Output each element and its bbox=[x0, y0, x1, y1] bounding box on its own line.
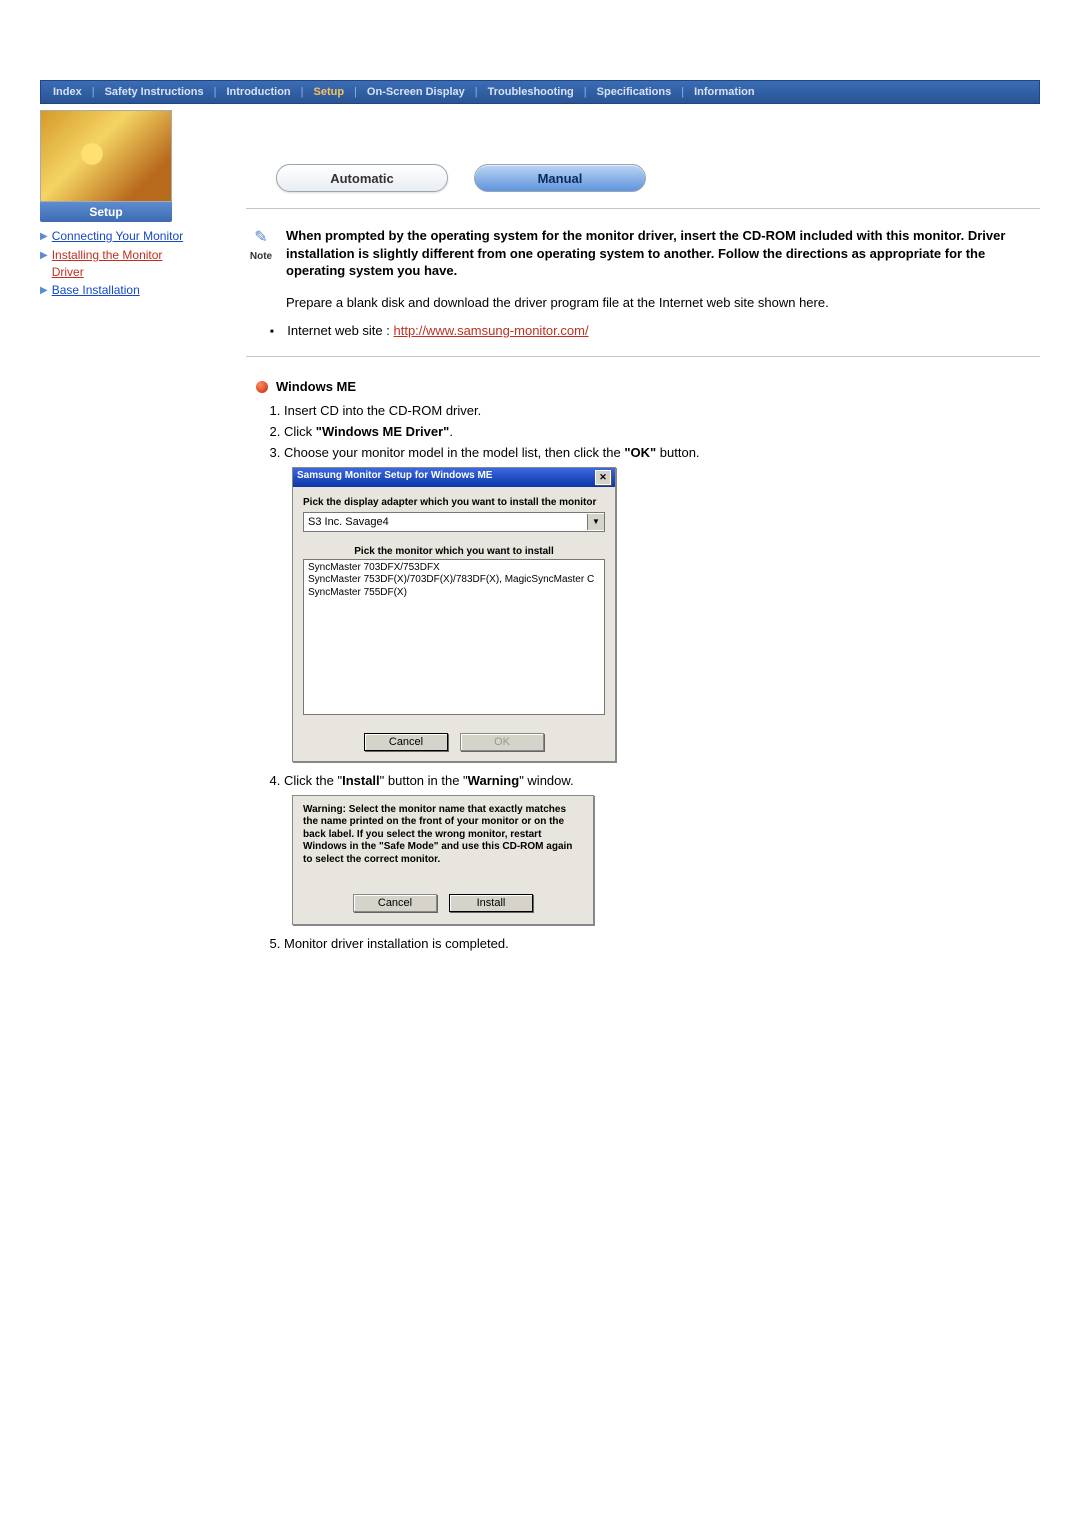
nav-setup[interactable]: Setup bbox=[310, 86, 349, 98]
step-1: Insert CD into the CD-ROM driver. bbox=[284, 402, 1040, 421]
website-bullet: Internet web site : http://www.samsung-m… bbox=[270, 323, 1040, 338]
step-5: Monitor driver installation is completed… bbox=[284, 935, 1040, 954]
steps-list-end: Monitor driver installation is completed… bbox=[260, 935, 1040, 954]
samsung-monitor-link[interactable]: http://www.samsung-monitor.com/ bbox=[393, 323, 588, 338]
warning-text: Warning: Select the monitor name that ex… bbox=[303, 804, 583, 867]
arrow-icon: ▶ bbox=[40, 247, 48, 263]
sidebar-link-installing[interactable]: Installing the Monitor Driver bbox=[52, 247, 190, 281]
section-title: Windows ME bbox=[276, 379, 356, 394]
chevron-down-icon[interactable]: ▼ bbox=[587, 514, 604, 530]
nav-safety[interactable]: Safety Instructions bbox=[101, 86, 208, 98]
note-prepare-text: Prepare a blank disk and download the dr… bbox=[286, 294, 1040, 312]
list-item[interactable]: SyncMaster 753DF(X)/703DF(X)/783DF(X), M… bbox=[308, 574, 600, 587]
step-2: Click "Windows ME Driver". bbox=[284, 423, 1040, 442]
list-item[interactable]: SyncMaster 755DF(X) bbox=[308, 587, 600, 600]
sidebar-link-base[interactable]: Base Installation bbox=[52, 282, 140, 299]
nav-troubleshooting[interactable]: Troubleshooting bbox=[484, 86, 578, 98]
nav-specifications[interactable]: Specifications bbox=[593, 86, 676, 98]
cancel-button[interactable]: Cancel bbox=[353, 894, 437, 912]
tab-manual[interactable]: Manual bbox=[474, 164, 646, 192]
divider bbox=[246, 356, 1040, 357]
ok-button[interactable]: OK bbox=[460, 733, 544, 751]
warning-dialog: Warning: Select the monitor name that ex… bbox=[292, 795, 594, 926]
nav-introduction[interactable]: Introduction bbox=[222, 86, 294, 98]
nav-information[interactable]: Information bbox=[690, 86, 759, 98]
adapter-value: S3 Inc. Savage4 bbox=[308, 516, 389, 528]
top-nav: Index| Safety Instructions| Introduction… bbox=[40, 80, 1040, 104]
model-select-dialog: Samsung Monitor Setup for Windows ME ✕ P… bbox=[292, 467, 616, 762]
note-bold-text: When prompted by the operating system fo… bbox=[286, 227, 1040, 280]
sidebar-link-connecting[interactable]: Connecting Your Monitor bbox=[52, 228, 183, 245]
setup-tab-label: Setup bbox=[40, 202, 172, 222]
note-icon: ✎ Note bbox=[246, 227, 276, 262]
adapter-label: Pick the display adapter which you want … bbox=[303, 497, 605, 508]
adapter-combo[interactable]: S3 Inc. Savage4 ▼ bbox=[303, 512, 605, 532]
monitor-listbox[interactable]: SyncMaster 703DFX/753DFX SyncMaster 753D… bbox=[303, 559, 605, 715]
step-3: Choose your monitor model in the model l… bbox=[284, 444, 1040, 463]
steps-list: Insert CD into the CD-ROM driver. Click … bbox=[260, 402, 1040, 463]
cancel-button[interactable]: Cancel bbox=[364, 733, 448, 751]
nav-index[interactable]: Index bbox=[49, 86, 86, 98]
close-icon[interactable]: ✕ bbox=[595, 470, 611, 485]
divider bbox=[246, 208, 1040, 209]
dialog-title: Samsung Monitor Setup for Windows ME bbox=[297, 470, 492, 485]
install-button[interactable]: Install bbox=[449, 894, 533, 912]
mode-tabs: Automatic Manual bbox=[276, 164, 1040, 192]
step-4: Click the "Install" button in the "Warni… bbox=[284, 772, 1040, 791]
section-dot-icon bbox=[256, 381, 268, 393]
sidebar-links: ▶ Connecting Your Monitor ▶ Installing t… bbox=[40, 228, 190, 299]
tab-automatic[interactable]: Automatic bbox=[276, 164, 448, 192]
setup-thumbnail bbox=[40, 110, 172, 202]
note-body: When prompted by the operating system fo… bbox=[286, 227, 1040, 311]
arrow-icon: ▶ bbox=[40, 228, 48, 244]
monitor-list-label: Pick the monitor which you want to insta… bbox=[303, 546, 605, 557]
steps-list-cont: Click the "Install" button in the "Warni… bbox=[260, 772, 1040, 791]
list-item[interactable]: SyncMaster 703DFX/753DFX bbox=[308, 562, 600, 575]
arrow-icon: ▶ bbox=[40, 282, 48, 298]
nav-osd[interactable]: On-Screen Display bbox=[363, 86, 469, 98]
